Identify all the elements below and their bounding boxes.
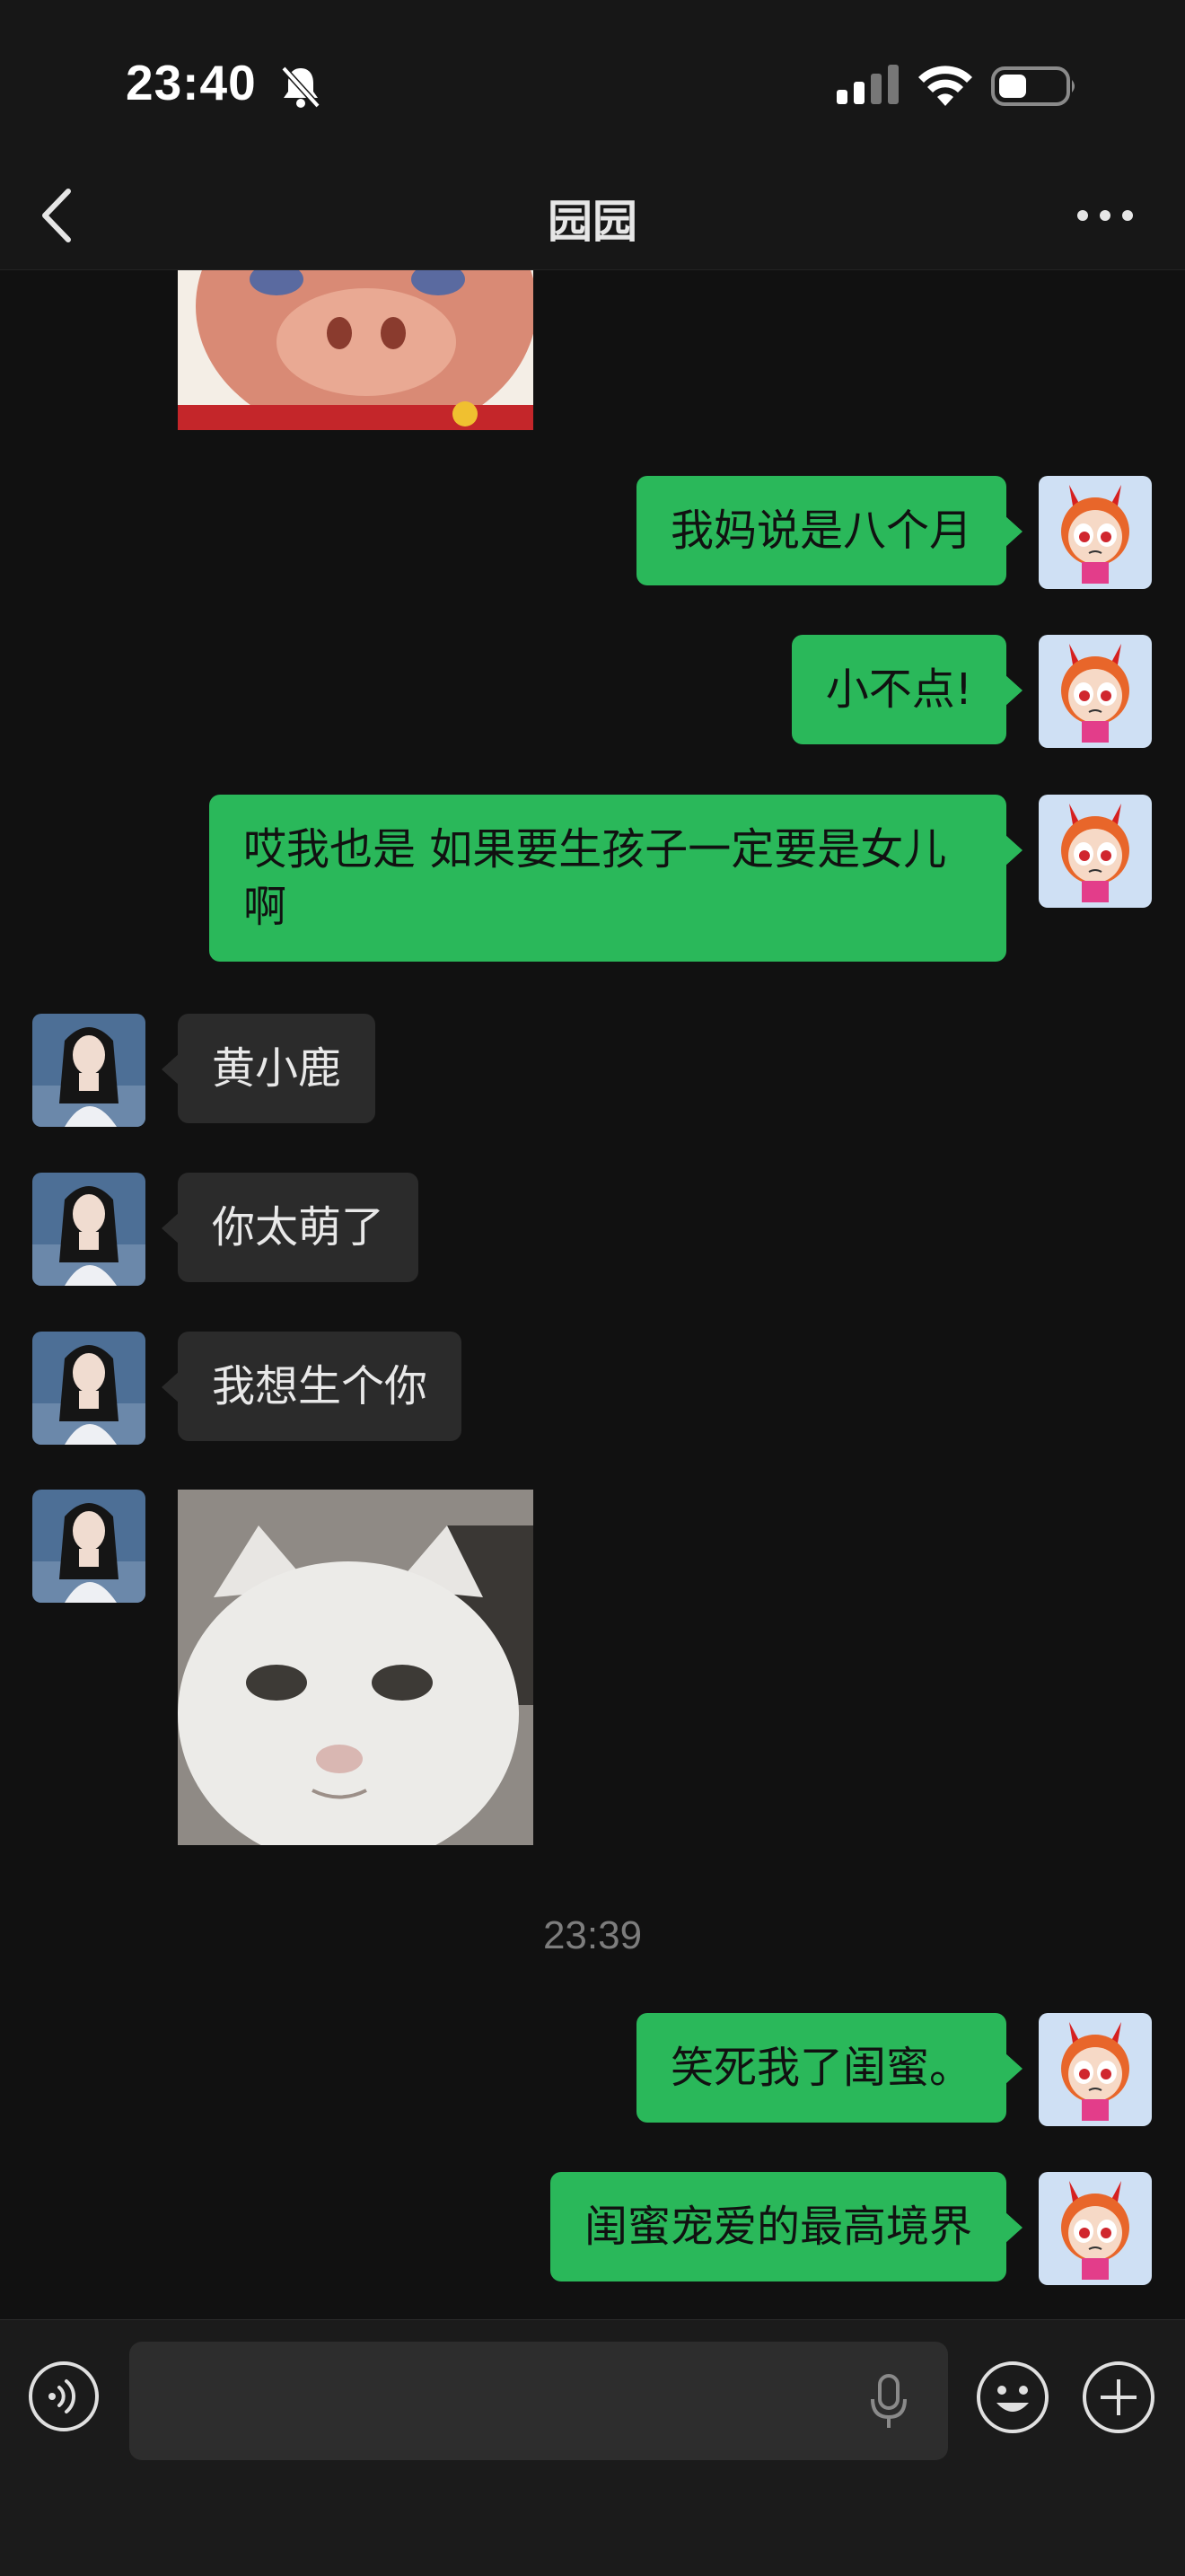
image-message[interactable]	[178, 270, 533, 430]
signal-icon	[837, 65, 899, 104]
my-avatar[interactable]	[1039, 635, 1152, 748]
my-avatar[interactable]	[1039, 476, 1152, 589]
my-avatar[interactable]	[1039, 2013, 1152, 2126]
input-bar	[0, 2319, 1185, 2576]
chat-title[interactable]: 园园	[0, 186, 1185, 251]
message-input[interactable]	[129, 2342, 948, 2460]
my-message-bubble[interactable]: 小不点!	[791, 635, 1023, 744]
status-time: 23:40	[126, 55, 257, 110]
my-avatar[interactable]	[1039, 2172, 1152, 2285]
contact-message-bubble[interactable]: 我想生个你	[161, 1332, 462, 1441]
wifi-icon	[918, 66, 972, 106]
white-cat-sticker-image	[178, 1490, 533, 1845]
contact-avatar[interactable]	[32, 1014, 145, 1127]
emoji-icon[interactable]	[975, 2360, 1050, 2435]
contact-avatar[interactable]	[32, 1490, 145, 1603]
my-message-bubble[interactable]: 哎我也是 如果要生孩子一定要是女儿啊	[209, 795, 1023, 962]
message-list[interactable]: 我妈说是八个月 小不点! 哎我也是 如果要生孩子一定要是女儿啊 黄小鹿 你太萌了…	[0, 270, 1185, 2319]
chat-header: 园园	[0, 166, 1185, 270]
my-message-bubble[interactable]: 笑死我了闺蜜。	[636, 2013, 1023, 2123]
plus-icon[interactable]	[1081, 2360, 1156, 2435]
contact-avatar[interactable]	[32, 1332, 145, 1445]
contact-avatar[interactable]	[32, 1173, 145, 1286]
image-message[interactable]	[178, 1490, 533, 1845]
chat-timestamp: 23:39	[542, 1913, 643, 1957]
pig-sticker-image	[178, 270, 533, 430]
my-message-bubble[interactable]: 我妈说是八个月	[636, 476, 1023, 585]
battery-icon	[991, 66, 1075, 106]
mic-icon[interactable]	[864, 2372, 914, 2431]
voice-icon[interactable]	[27, 2360, 101, 2433]
more-dots-icon[interactable]	[1074, 202, 1137, 229]
bell-muted-icon	[281, 66, 320, 109]
contact-message-bubble[interactable]: 黄小鹿	[161, 1014, 376, 1123]
contact-message-bubble[interactable]: 你太萌了	[161, 1173, 419, 1282]
my-avatar[interactable]	[1039, 795, 1152, 908]
status-bar: 23:40	[0, 0, 1185, 166]
my-message-bubble[interactable]: 闺蜜宠爱的最高境界	[549, 2172, 1023, 2281]
